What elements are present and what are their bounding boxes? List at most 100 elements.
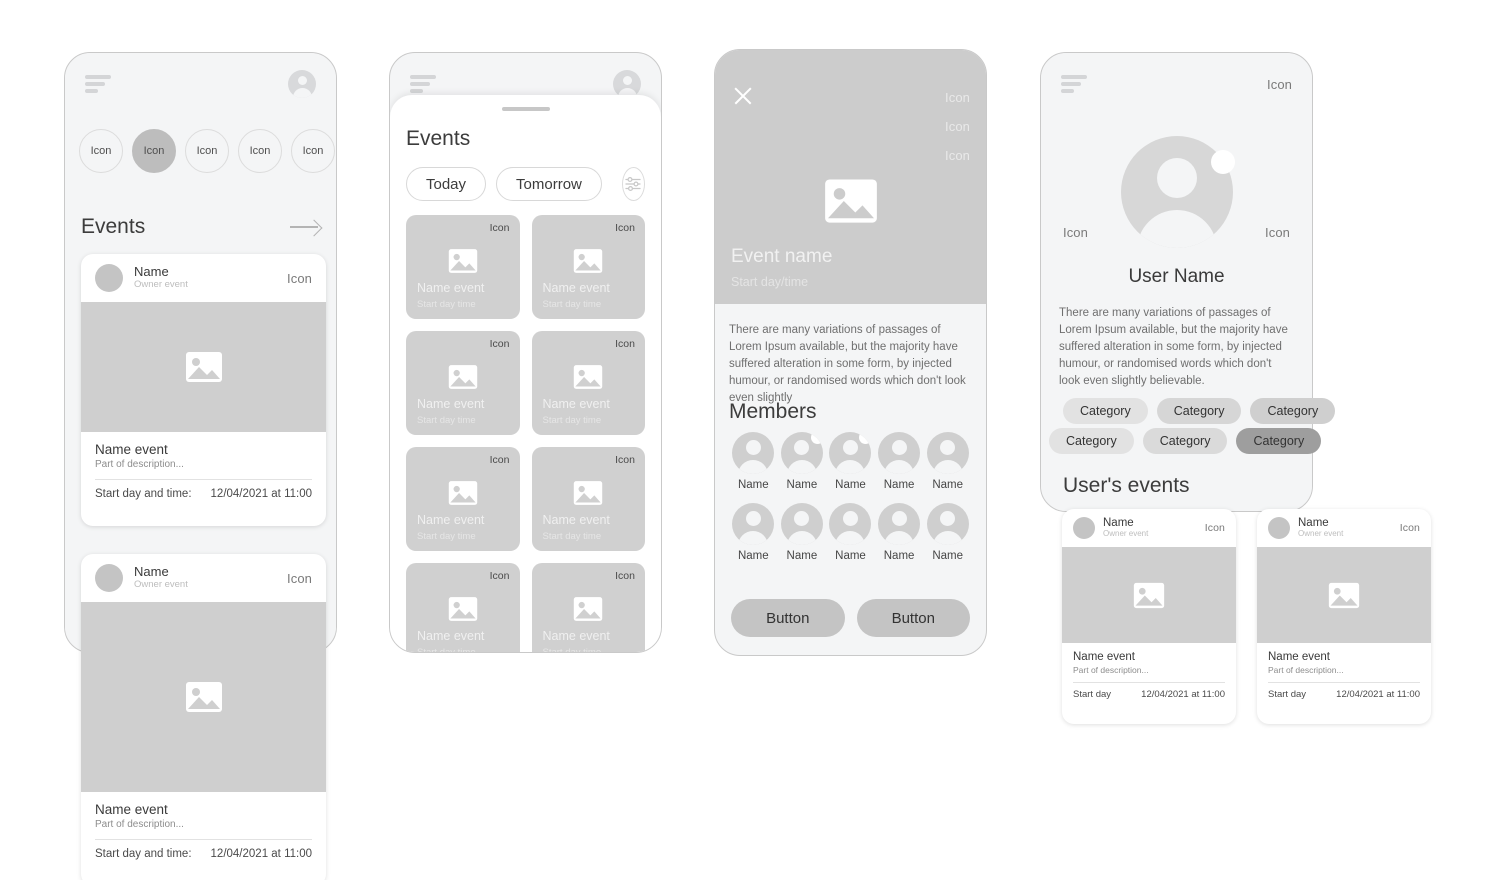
event-card-image	[81, 302, 326, 432]
event-tile[interactable]: Icon Name event Start day time	[406, 215, 520, 319]
event-card-footer: Start day 12/04/2021 at 11:00	[1257, 683, 1431, 708]
event-tile[interactable]: Icon Name event Start day time	[406, 331, 520, 435]
event-card-body: Name event Part of description...	[1062, 643, 1236, 675]
event-description: Part of description...	[1073, 665, 1149, 675]
event-card[interactable]: Name Owner event Icon Name event Part of…	[81, 554, 326, 880]
hamburger-menu-icon[interactable]	[1061, 75, 1087, 93]
close-x-icon[interactable]	[733, 86, 753, 106]
image-placeholder-icon	[574, 364, 603, 389]
tile-action-icon[interactable]: Icon	[615, 454, 635, 466]
screen4-header: Icon	[1041, 53, 1312, 115]
category-chip[interactable]: Category	[1063, 398, 1148, 424]
event-meta-label: Start day	[1073, 689, 1112, 700]
member-item[interactable]: Name	[875, 503, 924, 562]
event-tile[interactable]: Icon Name event Start day time	[406, 563, 520, 652]
profile-right-icon[interactable]: Icon	[1265, 225, 1290, 240]
category-chip[interactable]: Category	[1156, 398, 1242, 424]
members-grid: Name Name Name Name Name Name Name Name …	[729, 432, 972, 562]
image-placeholder-icon	[824, 179, 877, 223]
owner-role: Owner event	[134, 579, 188, 590]
event-card-footer: Start day and time: 12/04/2021 at 11:00	[81, 840, 326, 870]
event-tile[interactable]: Icon Name event Start day time	[531, 447, 645, 551]
category-circle-4[interactable]: Icon	[238, 129, 282, 173]
member-item[interactable]: Name	[875, 432, 924, 491]
member-name: Name	[737, 479, 769, 491]
filter-chip-today[interactable]: Today	[406, 167, 487, 201]
tile-action-icon[interactable]: Icon	[615, 338, 635, 350]
tile-title: Name event	[417, 513, 485, 527]
event-title: Name event	[95, 442, 168, 457]
event-tile[interactable]: Icon Name event Start day time	[406, 447, 520, 551]
event-card-image	[81, 602, 326, 792]
event-tile[interactable]: Icon Name event Start day time	[531, 563, 645, 652]
drag-handle[interactable]	[501, 107, 550, 111]
event-card-action-icon[interactable]: Icon	[1205, 522, 1225, 534]
profile-avatar-icon[interactable]	[613, 70, 641, 98]
member-item[interactable]: Name	[778, 503, 827, 562]
event-tile[interactable]: Icon Name event Start day time	[531, 331, 645, 435]
hamburger-menu-icon[interactable]	[85, 75, 111, 93]
event-description: Part of description...	[95, 459, 184, 470]
tile-action-icon[interactable]: Icon	[490, 222, 510, 234]
event-card[interactable]: Name Owner event Icon Name event Part of…	[81, 254, 326, 526]
event-tile[interactable]: Icon Name event Start day time	[531, 215, 645, 319]
category-circle-5[interactable]: Icon	[291, 129, 335, 173]
category-chip[interactable]: Category	[1250, 398, 1336, 424]
filter-chip-tomorrow[interactable]: Tomorrow	[496, 167, 602, 201]
category-chip-label: Category	[1267, 404, 1319, 418]
member-item[interactable]: Name	[826, 503, 875, 562]
event-card-action-icon[interactable]: Icon	[1400, 522, 1420, 534]
sliders-filter-icon[interactable]	[621, 167, 645, 201]
event-card-header: Name Owner event Icon	[81, 554, 326, 602]
hero-action-icon-3[interactable]: Icon	[945, 148, 970, 163]
category-circle-1[interactable]: Icon	[79, 129, 123, 173]
category-circle-2[interactable]: Icon	[132, 129, 176, 173]
member-item[interactable]: Name	[729, 432, 778, 491]
profile-left-icon[interactable]: Icon	[1063, 225, 1088, 240]
category-circle-label: Icon	[143, 145, 165, 157]
event-card-footer: Start day and time: 12/04/2021 at 11:00	[81, 480, 326, 510]
online-status-badge	[1210, 150, 1235, 174]
filter-chip-label: Today	[426, 175, 467, 193]
profile-avatar-icon[interactable]	[288, 70, 316, 98]
member-item[interactable]: Name	[826, 432, 875, 491]
primary-button[interactable]: Button	[731, 599, 845, 637]
member-item[interactable]: Name	[923, 503, 972, 562]
member-name: Name	[883, 550, 915, 562]
tile-action-icon[interactable]: Icon	[490, 338, 510, 350]
category-chip-label: Category	[1253, 434, 1305, 448]
hero-action-icon-2[interactable]: Icon	[945, 119, 970, 134]
owner-role: Owner event	[1298, 529, 1344, 538]
phone-screen-events-feed: Icon Icon Icon Icon Icon Events Name Own…	[64, 52, 337, 880]
member-name: Name	[932, 550, 964, 562]
category-circle-3[interactable]: Icon	[185, 129, 229, 173]
category-chip-label: Category	[1066, 434, 1117, 448]
member-item[interactable]: Name	[778, 432, 827, 491]
category-chip[interactable]: Category	[1142, 428, 1228, 454]
header-action-icon[interactable]: Icon	[1267, 77, 1292, 92]
secondary-button[interactable]: Button	[856, 599, 970, 637]
image-placeholder-icon	[448, 248, 477, 273]
event-card[interactable]: Name Owner event Icon Name event Part of…	[1257, 509, 1431, 724]
member-item[interactable]: Name	[923, 432, 972, 491]
event-card[interactable]: Name Owner event Icon Name event Part of…	[1062, 509, 1236, 724]
tile-action-icon[interactable]: Icon	[490, 570, 510, 582]
hamburger-menu-icon[interactable]	[410, 75, 436, 93]
category-circle-label: Icon	[302, 145, 324, 157]
event-card-image	[1062, 547, 1236, 643]
image-placeholder-icon	[185, 682, 222, 712]
member-name: Name	[835, 479, 866, 491]
tile-action-icon[interactable]: Icon	[490, 454, 510, 466]
action-button-row: Button Button	[731, 599, 970, 637]
arrow-right-icon[interactable]	[290, 220, 320, 234]
tile-action-icon[interactable]: Icon	[615, 222, 635, 234]
tile-action-icon[interactable]: Icon	[615, 570, 635, 582]
event-card-action-icon[interactable]: Icon	[287, 571, 312, 586]
hero-action-icon-1[interactable]: Icon	[945, 90, 970, 105]
member-item[interactable]: Name	[729, 503, 778, 562]
category-chip[interactable]: Category	[1236, 428, 1322, 454]
event-card-action-icon[interactable]: Icon	[287, 271, 312, 286]
category-circle-row: Icon Icon Icon Icon Icon	[79, 129, 335, 173]
category-chip[interactable]: Category	[1049, 428, 1134, 454]
member-avatar	[829, 503, 872, 545]
